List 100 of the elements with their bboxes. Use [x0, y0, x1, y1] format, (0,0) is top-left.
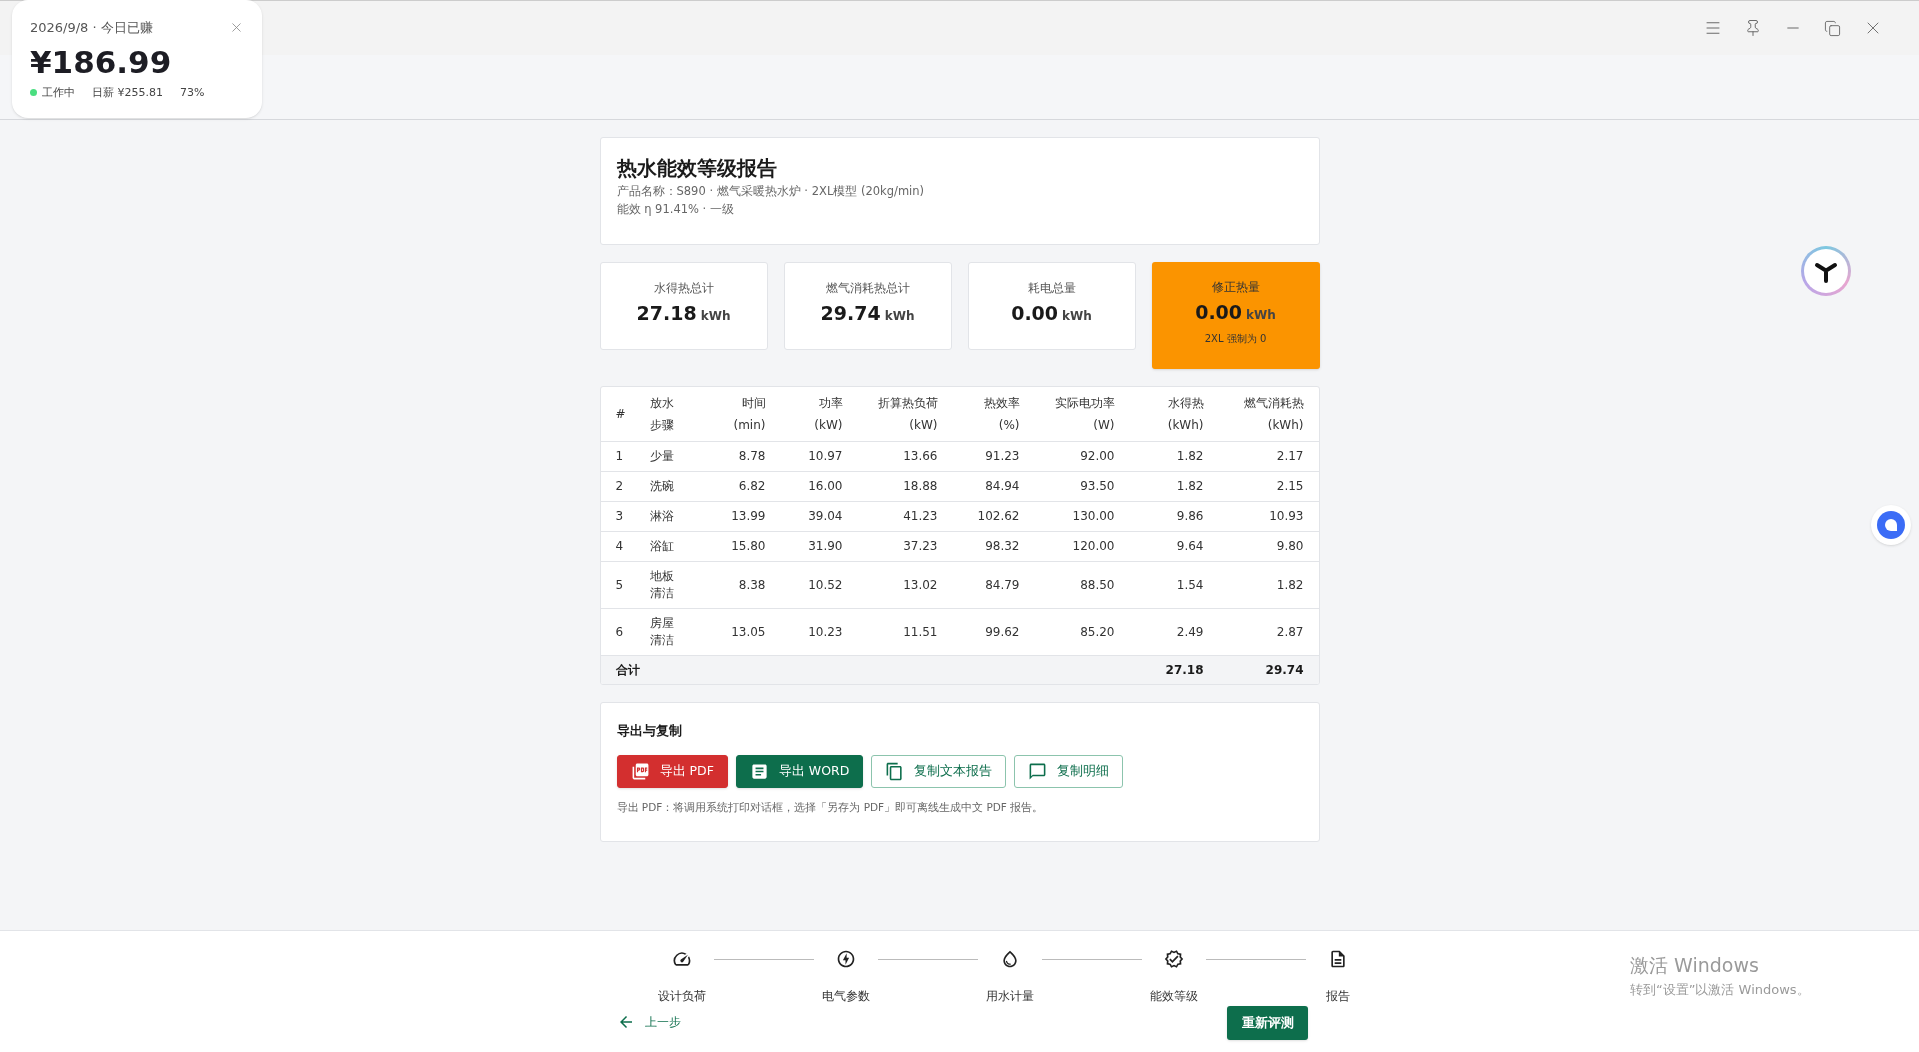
pdf-icon — [630, 761, 650, 781]
table-cell: 2.17 — [1203, 441, 1319, 472]
total-label: 合计 — [600, 655, 1115, 684]
gauge-icon[interactable] — [672, 949, 692, 969]
stat-label: 水得热总计 — [653, 280, 714, 297]
table-cell: 13.02 — [842, 561, 938, 609]
pin-icon[interactable] — [1744, 19, 1762, 37]
export-button[interactable]: 复制明细 — [1014, 754, 1124, 788]
menu-icon[interactable] — [1704, 19, 1722, 37]
table-cell: 9.64 — [1114, 531, 1204, 562]
table-cell: 1.82 — [1203, 561, 1319, 609]
table-cell: 6.82 — [699, 471, 766, 502]
step-label[interactable]: 电气参数 — [822, 987, 870, 1005]
table-cell: 2.15 — [1203, 471, 1319, 502]
table-cell: 92.00 — [1019, 441, 1115, 472]
stat-unit: kWh — [700, 308, 731, 325]
table-cell: 91.23 — [937, 441, 1020, 472]
table-cell: 6 — [600, 608, 650, 656]
stat-note: 2XL 强制为 0 — [1204, 331, 1267, 346]
step-label[interactable]: 报告 — [1326, 987, 1350, 1005]
table-cell: 16.00 — [765, 471, 843, 502]
table-cell: 浴缸 — [649, 531, 700, 562]
activation-text: 转到“设置”以激活 Windows。 — [1630, 980, 1810, 999]
report-subtitle: 能效 η 91.41% · 一级 — [616, 201, 735, 218]
column-header: 时间 (min) — [699, 387, 766, 442]
table-cell: 淋浴 — [649, 501, 700, 532]
restart-button[interactable]: 重新评测 — [1227, 1006, 1308, 1040]
back-button[interactable]: 上一步 — [617, 1013, 681, 1031]
table-cell: 1.82 — [1114, 441, 1204, 472]
table-cell: 10.23 — [765, 608, 843, 656]
report-subtitle: 产品名称：S890 · 燃气采暖热水炉 · 2XL模型 (20kg/min) — [616, 183, 926, 200]
export-button[interactable]: 导出 WORD — [735, 754, 864, 788]
table-cell: 37.23 — [842, 531, 938, 562]
copy-icon — [885, 761, 905, 781]
column-header: 功率 (kW) — [765, 387, 843, 442]
report-title: 热水能效等级报告 — [616, 155, 778, 182]
column-header: 水得热 (kWh) — [1114, 387, 1204, 442]
step-label[interactable]: 设计负荷 — [658, 987, 706, 1005]
activation-title: 激活 Windows — [1630, 953, 1760, 978]
check-badge-icon[interactable] — [1164, 949, 1184, 969]
table-cell: 9.86 — [1114, 501, 1204, 532]
stat-value: 29.74 — [820, 301, 881, 326]
progress-percent: 73% — [180, 84, 205, 101]
table-cell: 2.87 — [1203, 608, 1319, 656]
date-label: 2026/9/8 · 今日已赚 — [30, 19, 153, 37]
table-cell: 39.04 — [765, 501, 843, 532]
chat-icon[interactable] — [1871, 505, 1911, 545]
table-cell: 房屋清洁 — [649, 608, 700, 656]
table-cell: 少量 — [649, 441, 700, 472]
table-cell: 120.00 — [1019, 531, 1115, 562]
export-button[interactable]: 复制文本报告 — [871, 754, 1007, 788]
chat-bubble-icon — [1028, 761, 1048, 781]
column-header: # — [600, 387, 650, 442]
table-cell: 29.74 — [1203, 655, 1319, 684]
stat-value: 0.00 — [1195, 300, 1243, 325]
table-cell: 98.32 — [937, 531, 1020, 562]
table-cell: 18.88 — [842, 471, 938, 502]
table-cell: 9.80 — [1203, 531, 1319, 562]
column-header: 实际电功率 (W) — [1019, 387, 1115, 442]
restore-icon[interactable] — [1824, 19, 1841, 37]
table-cell: 10.97 — [765, 441, 843, 472]
table-cell: 5 — [600, 561, 650, 609]
stat-label: 耗电总量 — [1027, 280, 1076, 297]
column-header: 热效率 (%) — [937, 387, 1020, 442]
table-cell: 8.38 — [699, 561, 766, 609]
table-cell: 93.50 — [1019, 471, 1115, 502]
table-cell: 99.62 — [937, 608, 1020, 656]
table-cell: 15.80 — [699, 531, 766, 562]
document-icon — [749, 761, 769, 781]
table-cell: 10.93 — [1203, 501, 1319, 532]
table-cell: 31.90 — [765, 531, 843, 562]
column-header: 燃气消耗热 (kWh) — [1203, 387, 1319, 442]
table-cell: 85.20 — [1019, 608, 1115, 656]
daily-wage: 日薪 ¥255.81 — [92, 84, 163, 101]
table-cell: 1.54 — [1114, 561, 1204, 609]
table-cell: 102.62 — [937, 501, 1020, 532]
bolt-icon[interactable] — [836, 949, 856, 969]
step-label[interactable]: 能效等级 — [1150, 987, 1198, 1005]
stat-unit: kWh — [884, 308, 915, 325]
table-cell: 1 — [600, 441, 650, 472]
status-label: 工作中 — [42, 84, 75, 101]
table-cell: 41.23 — [842, 501, 938, 532]
table-cell: 2.49 — [1114, 608, 1204, 656]
table-cell: 3 — [600, 501, 650, 532]
table-cell: 84.79 — [937, 561, 1020, 609]
table-cell: 地板清洁 — [649, 561, 700, 609]
stat-label: 燃气消耗热总计 — [825, 280, 910, 297]
step-label[interactable]: 用水计量 — [986, 987, 1034, 1005]
earnings-amount: ¥186.99 — [30, 42, 173, 82]
stat-unit: kWh — [1062, 308, 1092, 325]
section-title: 导出与复制 — [616, 722, 683, 740]
assistant-logo-icon[interactable] — [1801, 246, 1851, 296]
stat-label: 修正热量 — [1211, 279, 1260, 296]
stat-value: 27.18 — [636, 301, 697, 326]
stat-unit: kWh — [1246, 307, 1276, 324]
table-cell: 4 — [600, 531, 650, 562]
drop-icon[interactable] — [1000, 949, 1020, 969]
document-icon[interactable] — [1328, 949, 1348, 969]
stat-value: 0.00 — [1011, 301, 1059, 326]
export-button[interactable]: 导出 PDF — [616, 754, 728, 788]
